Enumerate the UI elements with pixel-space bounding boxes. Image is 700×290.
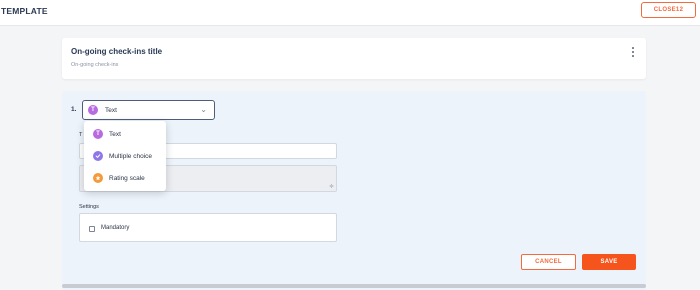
menu-item-label: Rating scale xyxy=(109,175,145,182)
menu-item-rating-scale[interactable]: Rating scale xyxy=(84,167,166,189)
question-type-select[interactable]: T Text ⌄ xyxy=(82,100,215,120)
question-field-label: T xyxy=(79,132,83,138)
chevron-down-icon: ⌄ xyxy=(200,105,207,114)
mandatory-label: Mandatory xyxy=(101,225,130,231)
settings-label: Settings xyxy=(79,204,99,210)
more-options-icon[interactable] xyxy=(631,47,635,57)
horizontal-scrollbar[interactable] xyxy=(62,284,646,288)
check-icon xyxy=(93,151,103,161)
close-button[interactable]: CLOSE12 xyxy=(641,2,696,18)
question-number: 1. xyxy=(71,106,77,113)
menu-item-text[interactable]: T Text xyxy=(84,123,166,145)
app-title: TEMPLATE xyxy=(1,6,48,16)
resize-handle-icon[interactable]: ≑ xyxy=(329,184,334,190)
mandatory-checkbox[interactable] xyxy=(89,226,95,232)
checkin-title: On-going check-ins title xyxy=(71,47,163,56)
menu-item-multiple-choice[interactable]: Multiple choice xyxy=(84,145,166,167)
star-icon xyxy=(93,173,103,183)
question-type-value: Text xyxy=(105,107,117,114)
text-type-icon: T xyxy=(88,105,98,115)
menu-item-label: Text xyxy=(109,131,121,138)
save-button[interactable]: SAVE xyxy=(582,254,636,270)
text-type-icon: T xyxy=(93,129,103,139)
question-type-menu: T Text Multiple choice Rating scale xyxy=(84,121,166,191)
cancel-button[interactable]: CANCEL xyxy=(521,254,576,270)
top-bar: TEMPLATE CLOSE12 xyxy=(0,0,700,26)
checkin-subtitle: On-going check-ins xyxy=(71,62,119,68)
settings-box: Mandatory xyxy=(79,213,337,242)
checkin-title-card: On-going check-ins title On-going check-… xyxy=(62,38,646,79)
menu-item-label: Multiple choice xyxy=(109,153,152,160)
